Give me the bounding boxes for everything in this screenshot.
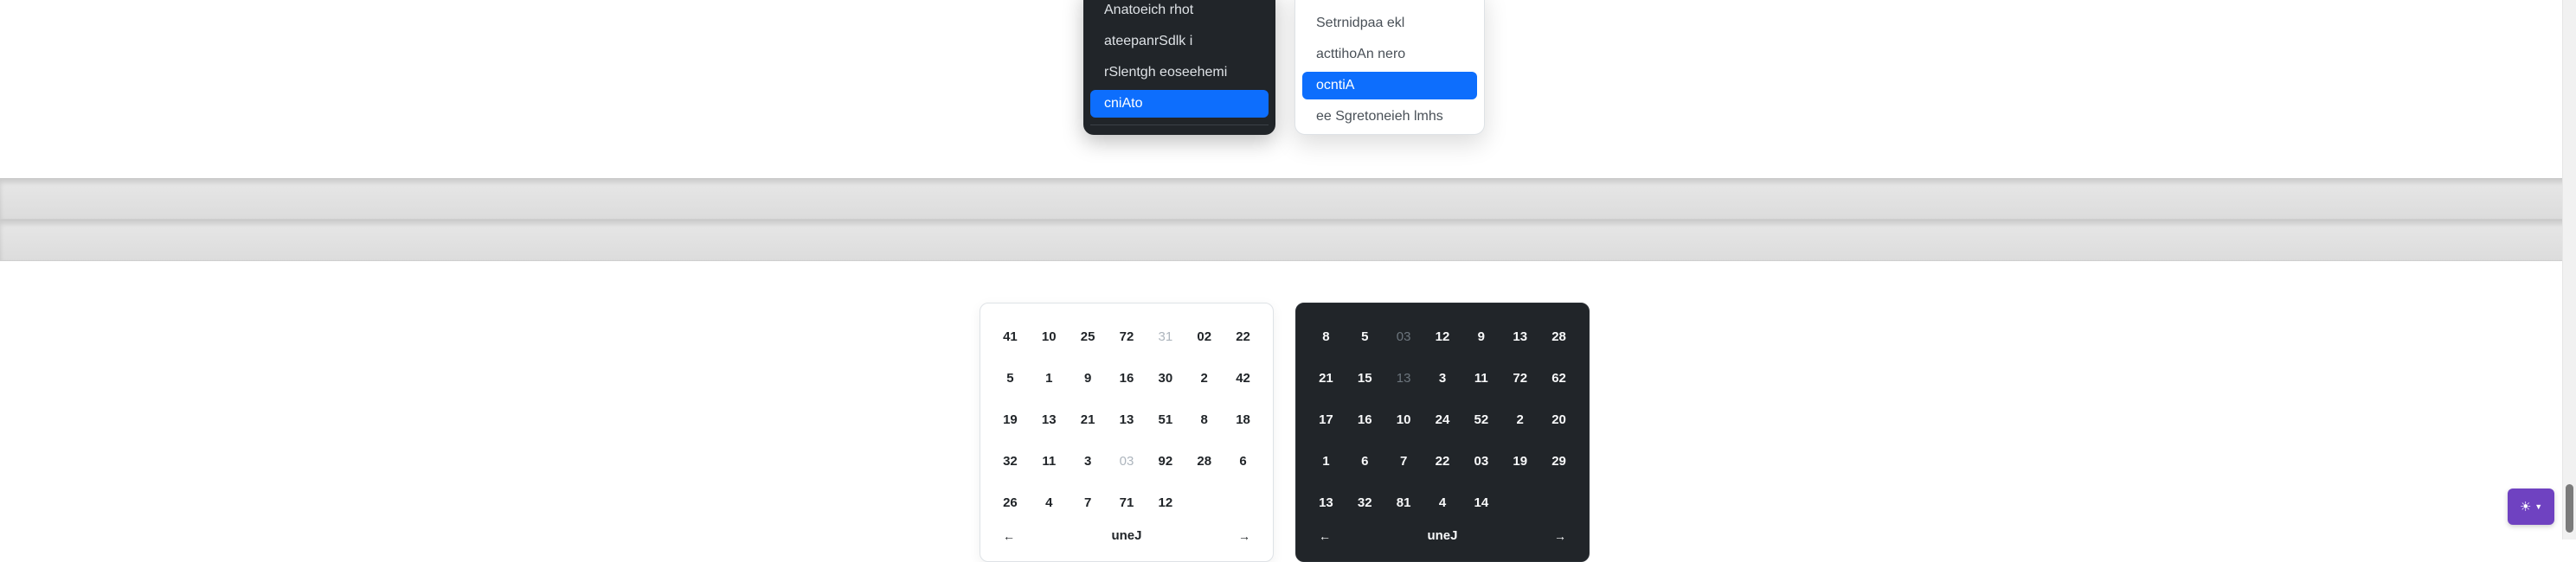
dark-day-cell[interactable]: 10 — [1384, 399, 1423, 440]
arrow-right-icon[interactable]: → — [1554, 529, 1566, 543]
dark-day-cell[interactable]: 5 — [1346, 316, 1384, 357]
dark-day-cell[interactable]: 13 — [1500, 316, 1539, 357]
dark-day-cell[interactable]: 32 — [1346, 482, 1384, 523]
dark-day-cell[interactable]: 13 — [1384, 357, 1423, 399]
dark-day-cell — [1500, 482, 1539, 523]
light-day-cell[interactable]: 9 — [1069, 357, 1108, 399]
calendar-light-footer: ← uneJ → — [991, 523, 1262, 543]
light-day-cell[interactable]: 32 — [991, 440, 1030, 482]
scrollbar-thumb[interactable] — [2566, 484, 2573, 533]
dark-day-cell[interactable]: 81 — [1384, 482, 1423, 523]
dark-day-cell[interactable]: 12 — [1423, 316, 1462, 357]
light-dropdown-menu: Setrnidpaa ekl acttihoAn nero ocntiA ee … — [1294, 0, 1485, 135]
light-day-cell[interactable]: 8 — [1185, 399, 1224, 440]
light-day-cell[interactable]: 92 — [1146, 440, 1185, 482]
dark-day-cell[interactable]: 24 — [1423, 399, 1462, 440]
light-day-cell[interactable]: 31 — [1146, 316, 1185, 357]
dark-menu-item[interactable]: ateepanrSdlk i — [1090, 28, 1269, 55]
dark-day-cell[interactable]: 03 — [1461, 440, 1500, 482]
dark-menu-item[interactable]: Anatoeich rhot — [1090, 0, 1269, 24]
dark-day-cell[interactable]: 03 — [1384, 316, 1423, 357]
light-menu-item[interactable]: ee Sgretoneieh lmhs — [1302, 103, 1477, 131]
light-day-cell[interactable]: 5 — [991, 357, 1030, 399]
arrow-left-icon[interactable]: ← — [1003, 529, 1015, 543]
sun-icon: ☀ — [2519, 500, 2532, 514]
light-day-cell[interactable]: 13 — [1108, 399, 1147, 440]
light-day-cell[interactable]: 25 — [1069, 316, 1108, 357]
window-scrollbar[interactable] — [2562, 0, 2576, 540]
theme-toggle-button[interactable]: ☀ ▼ — [2508, 489, 2554, 525]
section-separator — [0, 220, 2576, 261]
dark-day-cell[interactable]: 28 — [1539, 316, 1578, 357]
light-day-cell[interactable]: 11 — [1030, 440, 1069, 482]
light-day-cell[interactable]: 6 — [1224, 440, 1262, 482]
light-day-cell[interactable]: 72 — [1108, 316, 1147, 357]
dark-day-cell[interactable]: 29 — [1539, 440, 1578, 482]
dark-day-cell[interactable]: 19 — [1500, 440, 1539, 482]
dark-day-cell[interactable]: 16 — [1346, 399, 1384, 440]
light-day-cell[interactable]: 18 — [1224, 399, 1262, 440]
calendar-light: 41 10 25 72 31 02 22 5 1 9 16 30 2 42 19 13 21 13 51 8 18 32 1… — [980, 303, 1274, 562]
light-day-cell[interactable]: 21 — [1069, 399, 1108, 440]
dark-day-cell[interactable]: 6 — [1346, 440, 1384, 482]
month-label: uneJ — [1111, 528, 1142, 543]
dark-day-cell[interactable]: 9 — [1461, 316, 1500, 357]
light-day-cell[interactable]: 1 — [1030, 357, 1069, 399]
light-day-cell[interactable]: 02 — [1185, 316, 1224, 357]
light-day-cell[interactable]: 51 — [1146, 399, 1185, 440]
dark-day-cell[interactable]: 7 — [1384, 440, 1423, 482]
light-day-cell[interactable]: 41 — [991, 316, 1030, 357]
calendar-light-grid: 41 10 25 72 31 02 22 5 1 9 16 30 2 42 19 13 21 13 51 8 18 32 1… — [991, 316, 1262, 523]
section-separator — [0, 178, 2576, 220]
calendar-dark: 8 5 03 12 9 13 28 21 15 13 3 11 72 62 17 16 10 24 52 2 20 1 6 7… — [1295, 303, 1590, 562]
dark-day-cell[interactable]: 13 — [1307, 482, 1346, 523]
dark-day-cell[interactable]: 72 — [1500, 357, 1539, 399]
light-day-cell — [1185, 482, 1224, 523]
light-day-cell[interactable]: 71 — [1108, 482, 1147, 523]
light-day-cell[interactable]: 12 — [1146, 482, 1185, 523]
dark-day-cell[interactable]: 3 — [1423, 357, 1462, 399]
dark-day-cell[interactable]: 22 — [1423, 440, 1462, 482]
month-label: uneJ — [1427, 528, 1458, 543]
light-day-cell[interactable]: 19 — [991, 399, 1030, 440]
dark-day-cell[interactable]: 62 — [1539, 357, 1578, 399]
dark-day-cell[interactable]: 4 — [1423, 482, 1462, 523]
arrow-left-icon[interactable]: ← — [1319, 529, 1331, 543]
light-day-cell[interactable]: 4 — [1030, 482, 1069, 523]
light-day-cell[interactable]: 3 — [1069, 440, 1108, 482]
light-day-cell[interactable]: 30 — [1146, 357, 1185, 399]
dark-menu-item[interactable]: rSlentgh eoseehemi — [1090, 59, 1269, 86]
arrow-right-icon[interactable]: → — [1238, 529, 1250, 543]
light-menu-item[interactable]: Setrnidpaa ekl — [1302, 10, 1477, 37]
light-menu-item[interactable]: acttihoAn nero — [1302, 41, 1477, 68]
dark-day-cell[interactable]: 1 — [1307, 440, 1346, 482]
dark-day-cell[interactable]: 52 — [1461, 399, 1500, 440]
light-day-cell[interactable]: 16 — [1108, 357, 1147, 399]
light-day-cell[interactable]: 22 — [1224, 316, 1262, 357]
dark-day-cell[interactable]: 20 — [1539, 399, 1578, 440]
dark-day-cell[interactable]: 21 — [1307, 357, 1346, 399]
light-day-cell — [1224, 482, 1262, 523]
dark-day-cell[interactable]: 2 — [1500, 399, 1539, 440]
dark-day-cell[interactable]: 11 — [1461, 357, 1500, 399]
dark-day-cell[interactable]: 14 — [1461, 482, 1500, 523]
light-day-cell[interactable]: 13 — [1030, 399, 1069, 440]
calendar-dark-footer: ← uneJ → — [1307, 523, 1578, 543]
dark-day-cell[interactable]: 15 — [1346, 357, 1384, 399]
dark-day-cell[interactable]: 8 — [1307, 316, 1346, 357]
light-day-cell[interactable]: 2 — [1185, 357, 1224, 399]
light-day-cell[interactable]: 28 — [1185, 440, 1224, 482]
caret-down-icon: ▼ — [2534, 502, 2543, 511]
light-menu-item-active[interactable]: ocntiA — [1302, 72, 1477, 99]
light-day-cell[interactable]: 26 — [991, 482, 1030, 523]
light-day-cell[interactable]: 42 — [1224, 357, 1262, 399]
calendar-dark-grid: 8 5 03 12 9 13 28 21 15 13 3 11 72 62 17 16 10 24 52 2 20 1 6 7… — [1307, 316, 1578, 523]
light-day-cell[interactable]: 7 — [1069, 482, 1108, 523]
dark-day-cell — [1539, 482, 1578, 523]
dark-menu-item-active[interactable]: cniAto — [1090, 90, 1269, 118]
light-day-cell[interactable]: 10 — [1030, 316, 1069, 357]
light-day-cell[interactable]: 03 — [1108, 440, 1147, 482]
dark-dropdown-menu: Anatoeich rhot ateepanrSdlk i rSlentgh e… — [1083, 0, 1275, 135]
dark-day-cell[interactable]: 17 — [1307, 399, 1346, 440]
